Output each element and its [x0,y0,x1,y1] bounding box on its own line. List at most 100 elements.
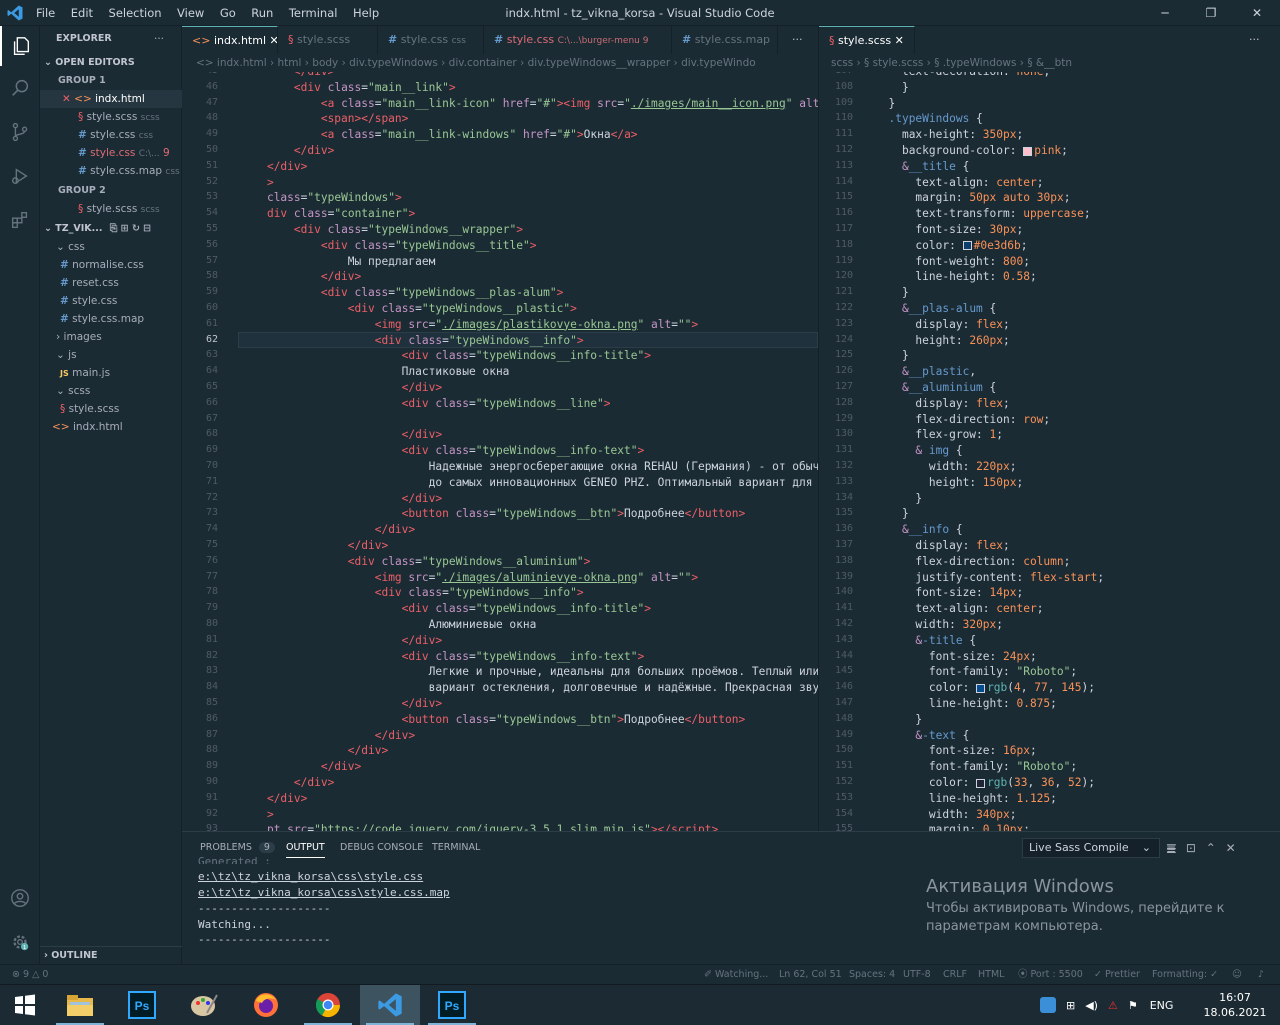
cursor-position[interactable]: Ln 62, Col 51 [779,965,842,985]
explorer-icon[interactable] [0,26,40,66]
tabs-more-button[interactable]: ··· [782,26,818,54]
tab-style-scss[interactable]: § style.scss [278,26,378,54]
vscode-logo-icon[interactable] [6,4,24,22]
menu-go[interactable]: Go [214,0,242,26]
tree-file[interactable]: # reset.css [40,274,182,292]
live-server-port[interactable]: ⦿ Port : 5500 [1018,965,1083,985]
formatting-status[interactable]: Formatting: ✓ [1152,965,1218,985]
security-icon[interactable]: ⚠ [1108,999,1118,1012]
menu-view[interactable]: View [171,0,210,26]
menu-terminal[interactable]: Terminal [283,0,344,26]
prettier-status[interactable]: ✓ Prettier [1094,965,1140,985]
outline-header[interactable]: › OUTLINE [40,946,182,964]
open-editor-item[interactable]: § style.scss scss [40,200,182,218]
code-line: <div class="main__link"> [293,80,456,94]
clock[interactable]: 16:07 18.06.2021 [1200,985,1270,1025]
photoshop-icon[interactable]: Ps [112,985,172,1025]
tree-folder-js[interactable]: ⌄ js [40,346,182,364]
file-explorer-icon[interactable] [50,985,110,1025]
line-number: 134 [834,491,853,503]
tab-style-css[interactable]: # style.css css [378,26,484,54]
feedback-icon[interactable]: ☺ [1232,965,1242,985]
minimize-button[interactable]: ─ [1142,0,1188,26]
photoshop-window-icon[interactable]: Ps [422,985,482,1025]
open-editor-item[interactable]: # style.css.map css [40,162,182,180]
source-control-icon[interactable] [0,112,40,152]
tree-folder-images[interactable]: › images [40,328,182,346]
breadcrumb-right[interactable]: scss › § style.scss › § .typeWindows › §… [819,54,1280,72]
tab-indx-html[interactable]: <> indx.html ✕ [182,26,278,54]
volume-icon[interactable]: ◀) [1085,999,1098,1012]
menu-edit[interactable]: Edit [65,0,99,26]
settings-gear-icon[interactable]: 1 [0,922,40,962]
tree-file[interactable]: § style.scss [40,400,182,418]
restore-button[interactable]: ❐ [1188,0,1234,26]
tab-style-css-burger[interactable]: # style.css C:\...\burger-menu 9 [484,26,672,54]
close-icon[interactable]: ✕ [895,34,904,47]
keyboard-language[interactable]: ENG [1150,999,1174,1012]
tree-file[interactable]: <> indx.html [40,418,182,436]
line-endings[interactable]: CRLF [943,965,967,985]
output-link[interactable]: e:\tz\tz_vikna_korsa\css\style.css.map [198,886,450,899]
open-editors-header[interactable]: ⌄ OPEN EDITORS [40,54,182,72]
refresh-icon[interactable]: ↻ [132,223,140,234]
tree-folder-scss[interactable]: ⌄ scss [40,382,182,400]
new-folder-icon[interactable]: ⊞ [121,223,129,234]
tree-file[interactable]: # style.css.map [40,310,182,328]
tabs-more-button-right[interactable]: ··· [1239,26,1279,54]
filter-icon[interactable]: ☰ [1166,842,1177,856]
tree-file[interactable]: # style.css [40,292,182,310]
explorer-more-button[interactable]: ··· [154,30,174,48]
chrome-icon[interactable] [298,985,358,1025]
tree-file[interactable]: # normalise.css [40,256,182,274]
network-icon[interactable]: ⊞ [1066,999,1075,1012]
flag-icon[interactable]: ⚑ [1128,999,1138,1012]
scss-editor[interactable]: 107 text-decoration: none;108 }109 }110 … [819,72,1280,831]
collapse-all-icon[interactable]: ⊟ [143,223,151,234]
open-editor-item[interactable]: # style.css css [40,126,182,144]
lock-icon[interactable]: ⊡ [1186,841,1196,855]
tray-app-icon[interactable] [1040,997,1056,1013]
menu-help[interactable]: Help [347,0,385,26]
vscode-taskbar-icon[interactable] [360,985,420,1025]
output-channel-select[interactable]: Live Sass Compile ⌄ [1022,838,1160,858]
language-mode[interactable]: HTML [978,965,1004,985]
account-icon[interactable] [0,878,40,918]
close-icon[interactable]: ✕ [270,34,277,47]
open-editor-item[interactable]: § style.scss scss [40,108,182,126]
extensions-icon[interactable] [0,200,40,240]
open-editor-item[interactable]: ✕ <> indx.html [40,90,182,108]
maximize-panel-icon[interactable]: ⌃ [1206,841,1216,855]
paint-icon[interactable] [174,985,234,1025]
firefox-icon[interactable] [236,985,296,1025]
sass-watching-status[interactable]: ✐ Watching... [704,965,768,985]
tab-debug-console[interactable]: DEBUG CONSOLE [340,838,423,858]
tab-output[interactable]: OUTPUT [286,838,325,858]
indentation[interactable]: Spaces: 4 [849,965,895,985]
notifications-bell-icon[interactable]: ♪ [1258,965,1264,985]
tree-label: indx.html [72,421,123,433]
output-link[interactable]: e:\tz\tz_vikna_korsa\css\style.css [198,870,423,883]
project-header[interactable]: ⌄ TZ_VIK... ⎘ ⊞ ↻ ⊟ [40,220,182,238]
tab-style-css-map[interactable]: # style.css.map [672,26,778,54]
open-editor-item[interactable]: # style.css C:\... 9 [40,144,182,162]
close-icon[interactable]: ✕ [62,93,71,105]
close-panel-icon[interactable]: ✕ [1226,841,1236,855]
breadcrumb[interactable]: <> indx.html › html › body › div.typeWin… [182,54,818,72]
tree-file[interactable]: JS main.js [40,364,182,382]
start-windows-icon[interactable] [0,985,50,1025]
tab-style-scss-right[interactable]: § style.scss ✕ [819,26,915,54]
run-debug-icon[interactable] [0,156,40,196]
html-editor[interactable]: 45 </div> 46 <div class="main__link"> 47 <… [182,72,818,831]
problems-status[interactable]: ⊗ 9 △ 0 [12,965,48,985]
menu-selection[interactable]: Selection [103,0,168,26]
tree-folder-css[interactable]: ⌄ css [40,238,182,256]
search-icon[interactable] [0,68,40,108]
menu-file[interactable]: File [30,0,61,26]
close-window-button[interactable]: ✕ [1234,0,1280,26]
encoding[interactable]: UTF-8 [903,965,931,985]
new-file-icon[interactable]: ⎘ [110,223,118,234]
tab-terminal[interactable]: TERMINAL [432,838,480,858]
line-number: 65 [205,381,218,392]
menu-run[interactable]: Run [245,0,279,26]
